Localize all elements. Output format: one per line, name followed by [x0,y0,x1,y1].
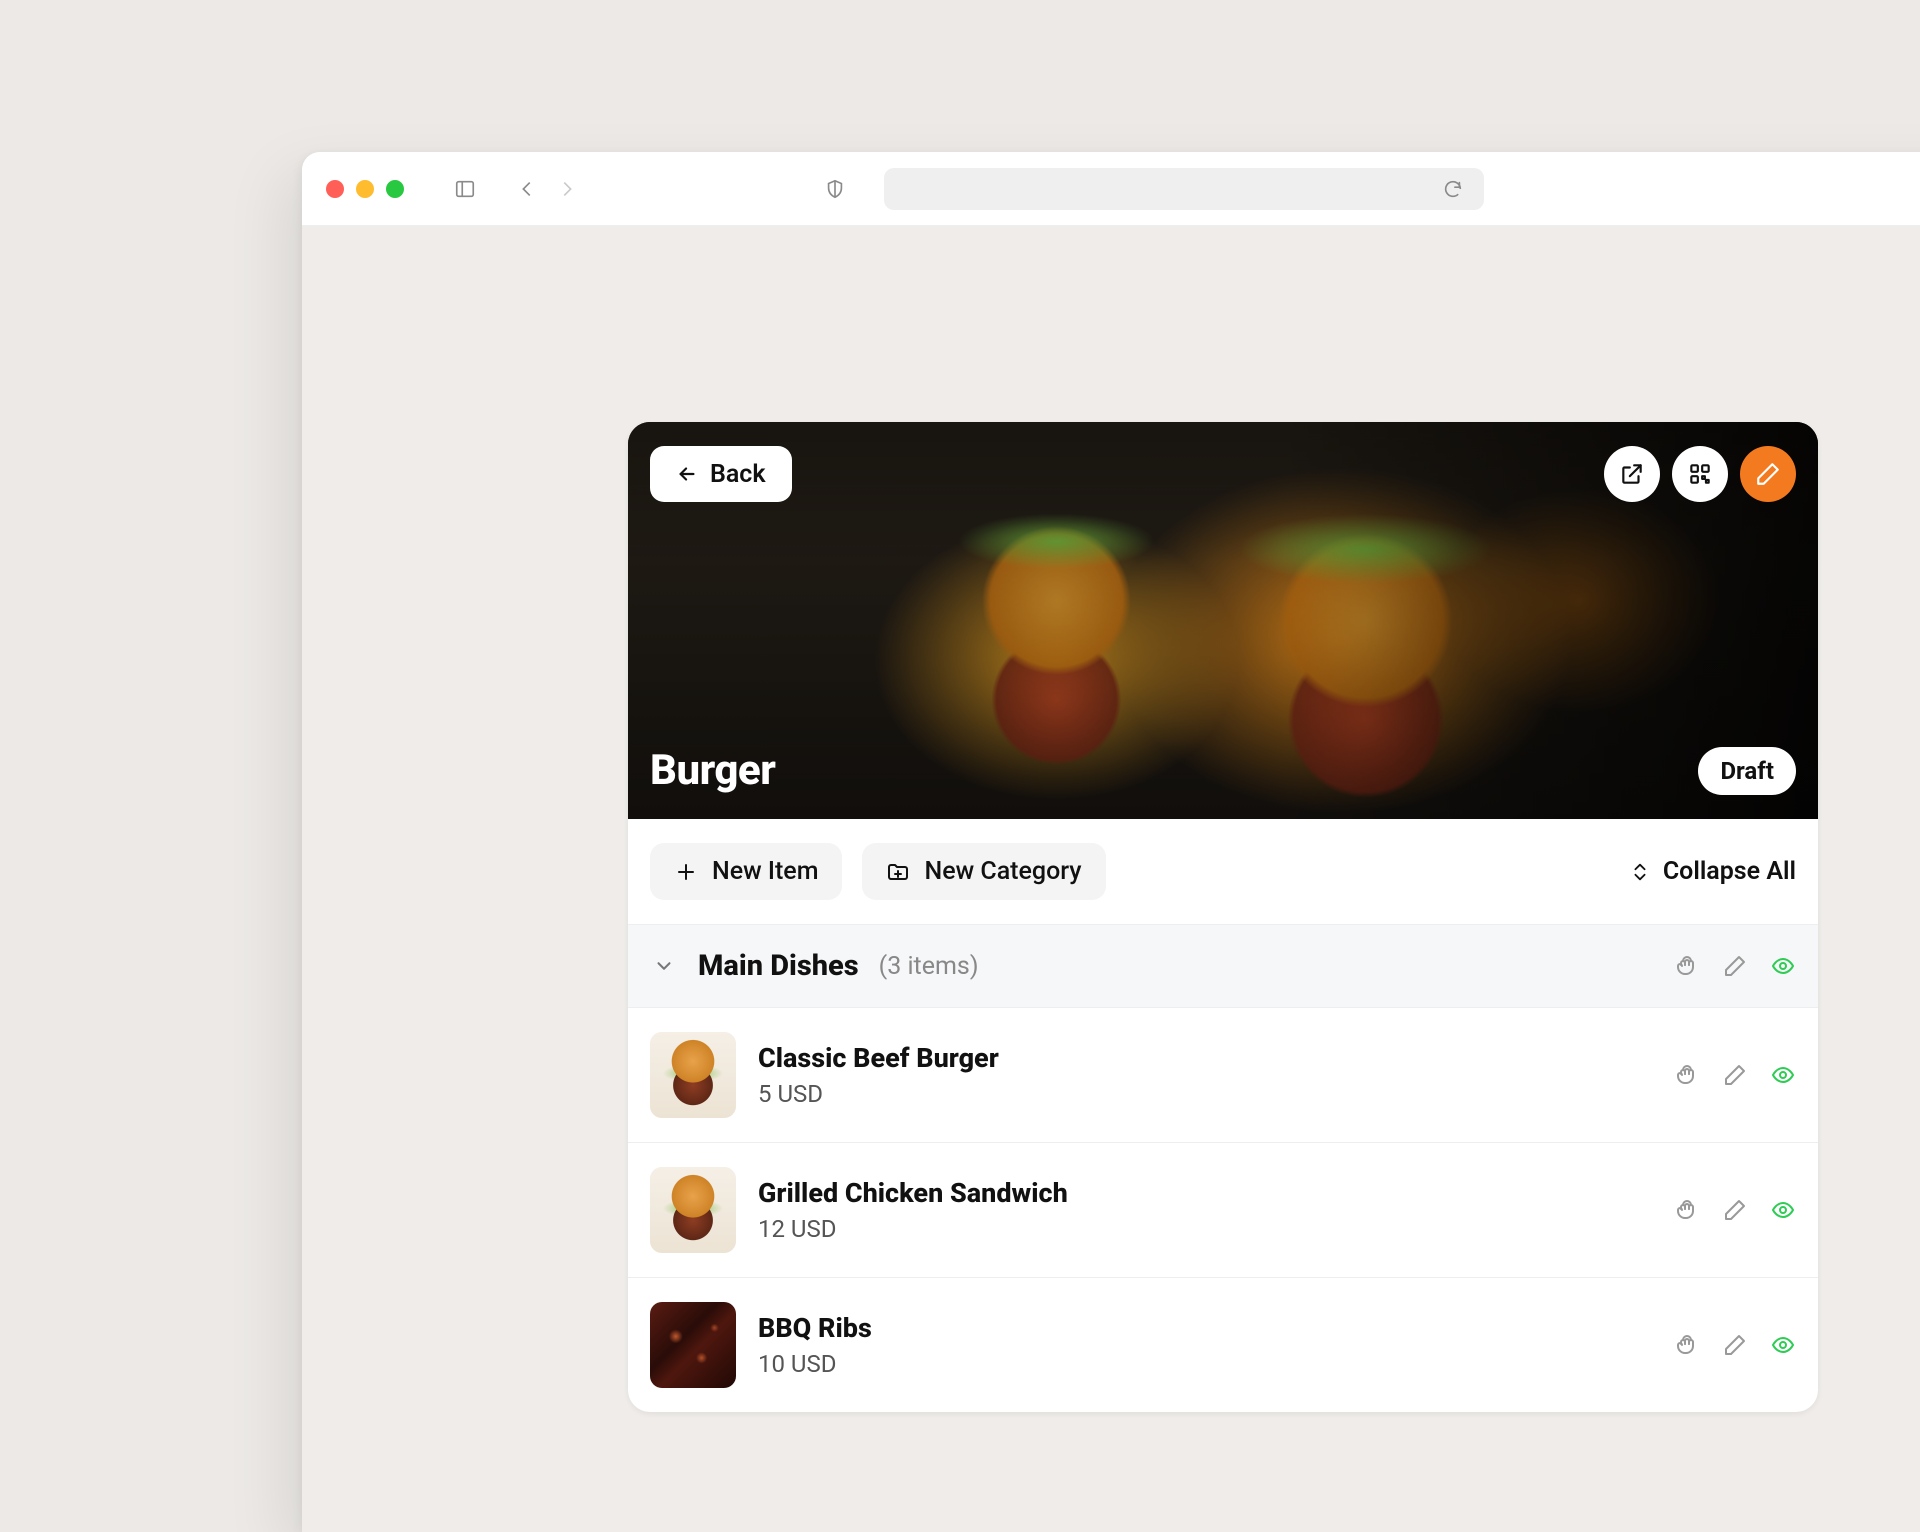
viewport: Back [302,226,1920,1532]
back-button-label: Back [710,460,766,489]
item-thumbnail [650,1302,736,1388]
status-badge: Draft [1698,747,1796,795]
visibility-icon[interactable] [1770,1197,1796,1223]
qr-code-button[interactable] [1672,446,1728,502]
reload-icon[interactable] [1436,172,1470,206]
hero: Back [628,422,1818,819]
hero-actions [1604,446,1796,502]
drag-handle-icon[interactable] [1674,1197,1700,1223]
edit-icon[interactable] [1722,1197,1748,1223]
nav-forward-icon[interactable] [550,172,584,206]
item-row[interactable]: Grilled Chicken Sandwich 12 USD [628,1143,1818,1278]
window-zoom-button[interactable] [386,180,404,198]
item-thumbnail [650,1032,736,1118]
item-actions [1674,1332,1796,1358]
item-row[interactable]: Classic Beef Burger 5 USD [628,1008,1818,1143]
nav-arrows [510,172,584,206]
item-actions [1674,1062,1796,1088]
new-category-label: New Category [924,857,1081,886]
collapse-all-button[interactable]: Collapse All [1629,857,1796,886]
edit-button[interactable] [1740,446,1796,502]
item-price: 12 USD [758,1215,1068,1243]
visibility-icon[interactable] [1770,953,1796,979]
url-bar[interactable] [884,168,1484,210]
collapse-all-label: Collapse All [1663,857,1796,886]
category-name: Main Dishes [698,949,859,983]
plus-icon [674,860,698,884]
category-count: (3 items) [879,952,979,981]
item-price: 10 USD [758,1350,872,1378]
visibility-icon[interactable] [1770,1332,1796,1358]
new-category-button[interactable]: New Category [862,843,1105,900]
chevron-down-icon [650,955,678,977]
browser-window: Back [302,152,1920,1532]
item-thumbnail [650,1167,736,1253]
privacy-shield-icon[interactable] [818,172,852,206]
item-name: Grilled Chicken Sandwich [758,1177,1068,1209]
collapse-icon [1629,861,1651,883]
item-row[interactable]: BBQ Ribs 10 USD [628,1278,1818,1412]
edit-icon[interactable] [1722,1332,1748,1358]
drag-handle-icon[interactable] [1674,953,1700,979]
drag-handle-icon[interactable] [1674,1332,1700,1358]
traffic-lights [326,180,404,198]
sidebar-toggle-icon[interactable] [448,172,482,206]
toolbar: New Item New Category Collapse All [628,819,1818,925]
item-name: BBQ Ribs [758,1312,872,1344]
item-name: Classic Beef Burger [758,1042,999,1074]
edit-icon[interactable] [1722,1062,1748,1088]
category-actions [1674,953,1796,979]
edit-icon[interactable] [1722,953,1748,979]
item-text: Classic Beef Burger 5 USD [758,1042,999,1108]
back-button[interactable]: Back [650,446,792,502]
new-item-label: New Item [712,857,818,886]
item-text: BBQ Ribs 10 USD [758,1312,872,1378]
page-title: Burger [650,746,775,795]
item-price: 5 USD [758,1080,999,1108]
item-text: Grilled Chicken Sandwich 12 USD [758,1177,1068,1243]
window-minimize-button[interactable] [356,180,374,198]
window-close-button[interactable] [326,180,344,198]
folder-plus-icon [886,860,910,884]
new-item-button[interactable]: New Item [650,843,842,900]
category-header[interactable]: Main Dishes (3 items) [628,925,1818,1008]
open-external-button[interactable] [1604,446,1660,502]
drag-handle-icon[interactable] [1674,1062,1700,1088]
menu-card: Back [628,422,1818,1412]
browser-titlebar [302,152,1920,226]
visibility-icon[interactable] [1770,1062,1796,1088]
item-actions [1674,1197,1796,1223]
nav-back-icon[interactable] [510,172,544,206]
